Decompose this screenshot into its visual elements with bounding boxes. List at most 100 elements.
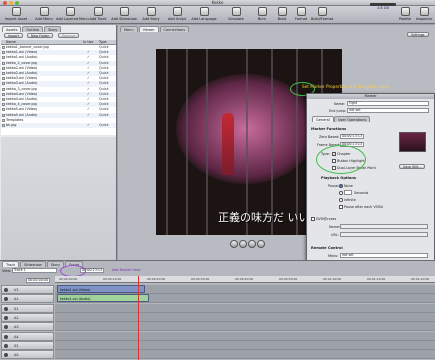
new-folder-button[interactable]: New Folder — [27, 33, 54, 38]
marker-thumbnail — [399, 132, 426, 152]
stop-icon[interactable] — [239, 240, 247, 248]
ruler-tick-label: 00:00:20:00 — [147, 277, 166, 281]
inspector-button[interactable]: Inspector — [414, 7, 434, 21]
tab-slideshow[interactable]: Slideshow — [20, 261, 46, 267]
toolbar-button-label: Add Story — [142, 17, 160, 21]
pause-after-each-checkbox[interactable] — [339, 205, 343, 209]
track-header[interactable]: S1 — [1, 303, 54, 313]
track-visibility-icon[interactable] — [4, 334, 8, 339]
file-icon — [2, 92, 5, 96]
toolbar-button-0[interactable]: Import Asset — [2, 7, 30, 21]
burn-icon — [257, 7, 267, 16]
track-header[interactable]: A4 — [1, 331, 54, 341]
tab-story[interactable]: Story — [44, 26, 62, 32]
track-lane[interactable] — [55, 340, 435, 350]
toolbar-button-4[interactable]: Add Slideshow — [110, 7, 138, 21]
track-lane[interactable]: kekko1.avi (Audio) — [55, 294, 435, 304]
tab-viewer[interactable]: Viewer — [138, 26, 159, 32]
track-header[interactable]: A3 — [1, 322, 54, 332]
slideshow-icon — [119, 7, 129, 16]
marker-name-field[interactable]: Fight — [347, 101, 429, 106]
asset-list: kekko1_banner_cover.jpg Quick kekko1.avi (… — [1, 45, 116, 135]
track-visibility-icon[interactable] — [4, 343, 8, 348]
track-header[interactable]: A1 — [1, 294, 54, 304]
toolbar-button-2[interactable]: Add Layered Menu — [56, 7, 89, 21]
ruler-tick-label: 00:00:40:00 — [235, 277, 254, 281]
remove-button[interactable]: Remove — [58, 33, 80, 38]
save-still-button[interactable]: Save Still... — [399, 164, 426, 169]
track-lane[interactable] — [55, 322, 435, 332]
tab-outline[interactable]: Outline — [22, 26, 44, 32]
toolbar-button-7[interactable]: Add Language — [190, 7, 218, 21]
track-visibility-icon[interactable] — [4, 315, 8, 320]
tab-story[interactable]: Story — [46, 261, 65, 267]
dvd-url-label: URL: — [331, 233, 339, 237]
toolbar-button-12[interactable]: Build/Format — [308, 7, 336, 21]
view-select[interactable]: Track 1 — [12, 268, 57, 273]
toolbar-button-label: Add Track — [89, 17, 107, 21]
dvd-access-checkbox[interactable] — [311, 217, 315, 221]
track-visibility-icon[interactable] — [4, 325, 8, 330]
seconds-field[interactable] — [344, 190, 352, 195]
track-label: A4 — [14, 334, 19, 339]
track-visibility-icon[interactable] — [4, 297, 8, 302]
track-lane[interactable]: kekko1.avi (Video) — [55, 285, 435, 294]
tab-user-operations[interactable]: User Operations — [334, 116, 371, 122]
remote-control-title: Remote Control — [311, 246, 343, 250]
track-visibility-icon[interactable] — [4, 306, 8, 311]
ruler-tick-label: 00:00:50:00 — [279, 277, 298, 281]
track-header[interactable]: S2 — [1, 340, 54, 350]
toolbar-button-label: Simulate — [228, 17, 244, 21]
track-lane[interactable] — [55, 331, 435, 341]
track-lane[interactable] — [55, 350, 435, 360]
tab-general[interactable]: General — [312, 116, 334, 122]
toolbar-button-3[interactable]: Add Track — [84, 7, 112, 21]
ruler-tick-label: 00:01:20:00 — [411, 277, 430, 281]
dvd-name-field[interactable] — [340, 224, 428, 229]
pause-infinite-radio[interactable] — [339, 198, 343, 202]
add-marker-annotation: Add Marker Here — [112, 268, 141, 272]
tab-connections[interactable]: Connections — [159, 26, 190, 32]
track-header[interactable]: V1 — [1, 285, 54, 294]
track-header[interactable]: A5 — [1, 350, 54, 360]
zero-based-field[interactable]: 00:00:13:13 — [340, 134, 364, 139]
dvd-url-field[interactable] — [340, 232, 428, 237]
asset-row[interactable]: bk.jpg ✓ Quick — [1, 123, 116, 129]
settings-button[interactable]: Settings — [407, 32, 429, 37]
track-lane[interactable] — [55, 312, 435, 322]
track-header[interactable]: A2 — [1, 312, 54, 322]
toolbar-button-1[interactable]: Add Menu — [30, 7, 58, 21]
video-clip[interactable]: kekko1.avi (Video) — [57, 285, 145, 293]
start-time-field[interactable]: 00:00:00:00 — [26, 278, 50, 283]
track-visibility-icon[interactable] — [4, 353, 8, 358]
palette-button[interactable]: Palette — [396, 7, 414, 21]
tab-track[interactable]: Track — [2, 261, 20, 267]
toolbar-button-8[interactable]: Simulate — [222, 7, 250, 21]
play-icon[interactable] — [248, 240, 256, 248]
toolbar-button-6[interactable]: Add Script — [163, 7, 191, 21]
timeline-ruler: 00:00:00:00 00:00:10:00 00:00:20:00 00:00:3… — [55, 276, 435, 283]
fast-forward-icon[interactable] — [257, 240, 265, 248]
tab-menu[interactable]: Menu — [120, 26, 138, 32]
toolbar-button-label: Add Slideshow — [111, 17, 137, 21]
toolbar-button-label: Build/Format — [310, 17, 334, 21]
audio-clip[interactable]: kekko1.avi (Audio) — [57, 294, 149, 303]
pause-none-radio[interactable] — [339, 184, 343, 188]
end-jump-select[interactable]: not set — [347, 108, 429, 113]
asset-type: Quick — [99, 123, 109, 127]
file-icon — [2, 51, 5, 55]
playhead[interactable] — [138, 276, 139, 360]
toolbar-button-5[interactable]: Add Story — [137, 7, 165, 21]
palette-icon — [400, 7, 410, 16]
track-visibility-icon[interactable] — [4, 288, 8, 292]
pause-seconds-radio[interactable] — [339, 191, 343, 195]
rewind-icon[interactable] — [230, 240, 238, 248]
ruler-tick-label: 00:00:30:00 — [191, 277, 210, 281]
simulate-icon — [231, 7, 241, 16]
track-lane[interactable] — [55, 303, 435, 313]
infinite-label: Infinite — [344, 198, 356, 202]
file-icon — [2, 72, 5, 75]
tab-assets[interactable]: Assets — [2, 26, 22, 32]
import-button[interactable]: Import — [4, 33, 23, 38]
menu-select[interactable]: not set — [340, 253, 428, 258]
